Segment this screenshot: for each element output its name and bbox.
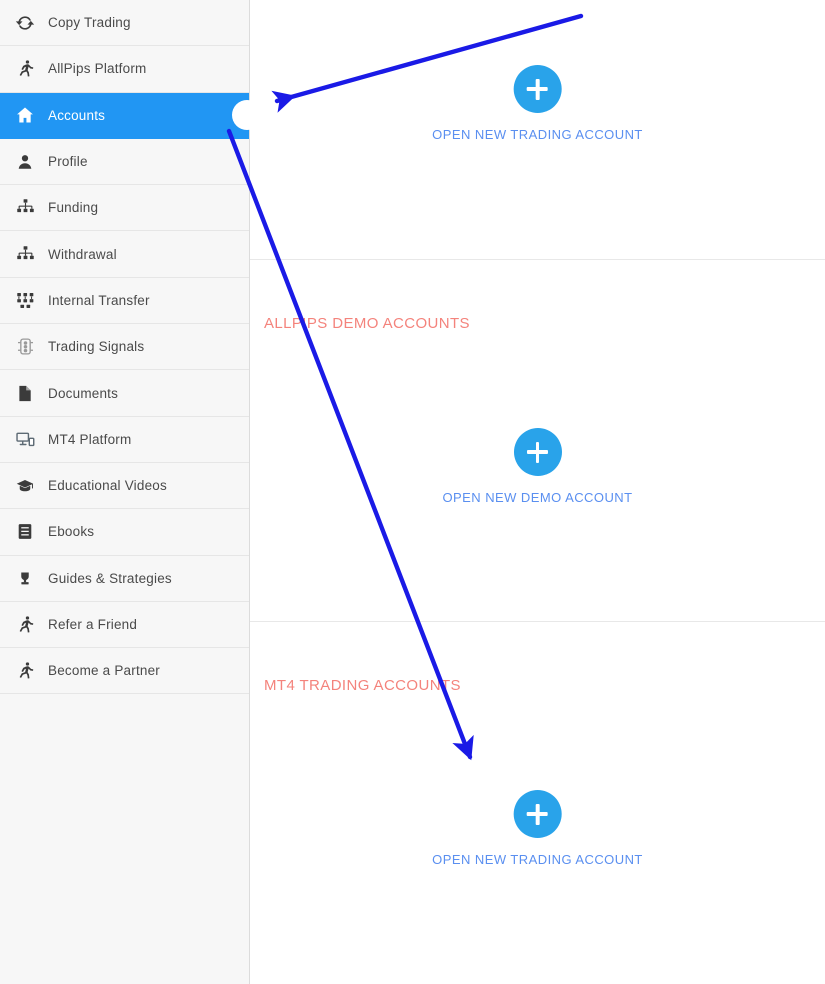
running-person-icon <box>14 614 36 636</box>
open-new-trading-account-label[interactable]: OPEN NEW TRADING ACCOUNT <box>432 127 643 142</box>
running-person-icon <box>14 58 36 80</box>
sitemap-icon <box>14 197 36 219</box>
plus-icon[interactable] <box>513 790 562 838</box>
sidebar-item-label: Guides & Strategies <box>48 570 172 586</box>
sidebar-item-label: Profile <box>48 154 88 170</box>
user-icon <box>14 151 36 173</box>
sidebar-item-funding[interactable]: Funding <box>0 185 249 232</box>
sidebar-item-label: Ebooks <box>48 524 95 540</box>
allpips-demo-accounts-heading: ALLPIPS DEMO ACCOUNTS <box>264 315 470 332</box>
sidebar-item-guides-strategies[interactable]: Guides & Strategies <box>0 555 249 602</box>
sidebar-item-label: Educational Videos <box>48 478 167 494</box>
sidebar-item-trading-signals[interactable]: Trading Signals <box>0 324 249 371</box>
open-new-trading-account-label[interactable]: OPEN NEW TRADING ACCOUNT <box>432 852 643 867</box>
sidebar-item-withdrawal[interactable]: Withdrawal <box>0 231 249 278</box>
sidebar-item-educational-videos[interactable]: Educational Videos <box>0 462 249 510</box>
sitemap-icon <box>14 243 36 265</box>
sidebar-item-internal-transfer[interactable]: Internal Transfer <box>0 277 249 325</box>
open-new-trading-account-action-bottom[interactable]: OPEN NEW TRADING ACCOUNT <box>432 790 643 867</box>
sidebar: Copy Trading AllPips Platform Accounts P… <box>0 0 262 984</box>
sidebar-item-label: Documents <box>48 385 119 401</box>
accounts-page: Copy Trading AllPips Platform Accounts P… <box>0 0 825 984</box>
traffic-light-icon <box>14 336 36 358</box>
sidebar-item-accounts[interactable]: Accounts <box>0 92 262 139</box>
transfer-icon <box>14 289 36 311</box>
sidebar-item-label: Trading Signals <box>48 339 145 355</box>
sidebar-item-copy-trading[interactable]: Copy Trading <box>0 0 249 47</box>
sidebar-item-label: Copy Trading <box>48 15 131 31</box>
desktop-mobile-icon <box>14 428 36 450</box>
open-new-demo-account-action[interactable]: OPEN NEW DEMO ACCOUNT <box>442 428 632 505</box>
sidebar-item-profile[interactable]: Profile <box>0 138 249 186</box>
sidebar-item-label: Funding <box>48 200 99 216</box>
main-content: OPEN NEW TRADING ACCOUNT ALLPIPS DEMO AC… <box>250 0 825 984</box>
sidebar-item-label: Become a Partner <box>48 663 161 679</box>
refresh-circle-icon <box>14 12 36 34</box>
section-trading-accounts: OPEN NEW TRADING ACCOUNT <box>250 0 825 259</box>
document-icon <box>14 382 36 404</box>
section-mt4-trading-accounts: MT4 TRADING ACCOUNTS OPEN NEW TRADING AC… <box>250 621 825 984</box>
sidebar-item-label: MT4 Platform <box>48 431 132 447</box>
home-icon <box>14 104 36 126</box>
graduation-cap-icon <box>14 475 36 497</box>
open-new-demo-account-label[interactable]: OPEN NEW DEMO ACCOUNT <box>442 490 632 505</box>
sidebar-item-label: Internal Transfer <box>48 292 150 308</box>
sidebar-item-documents[interactable]: Documents <box>0 370 249 417</box>
sidebar-item-label: AllPips Platform <box>48 61 147 77</box>
sidebar-item-label: Withdrawal <box>48 246 117 262</box>
sidebar-item-allpips-platform[interactable]: AllPips Platform <box>0 46 249 93</box>
plus-icon[interactable] <box>513 65 562 113</box>
sidebar-item-ebooks[interactable]: Ebooks <box>0 509 249 556</box>
running-person-icon <box>14 660 36 682</box>
sidebar-item-label: Refer a Friend <box>48 617 138 632</box>
plus-icon[interactable] <box>513 428 562 476</box>
sidebar-item-refer-a-friend[interactable]: Refer a Friend <box>0 601 249 649</box>
sidebar-item-mt4-platform[interactable]: MT4 Platform <box>0 416 249 463</box>
section-allpips-demo-accounts: ALLPIPS DEMO ACCOUNTS OPEN NEW DEMO ACCO… <box>250 259 825 621</box>
sidebar-item-label: Accounts <box>48 107 106 123</box>
open-new-trading-account-action-top[interactable]: OPEN NEW TRADING ACCOUNT <box>432 65 643 142</box>
sidebar-item-become-a-partner[interactable]: Become a Partner <box>0 648 249 695</box>
mt4-trading-accounts-heading: MT4 TRADING ACCOUNTS <box>264 677 461 694</box>
book-icon <box>14 521 36 543</box>
trophy-icon <box>14 567 36 589</box>
